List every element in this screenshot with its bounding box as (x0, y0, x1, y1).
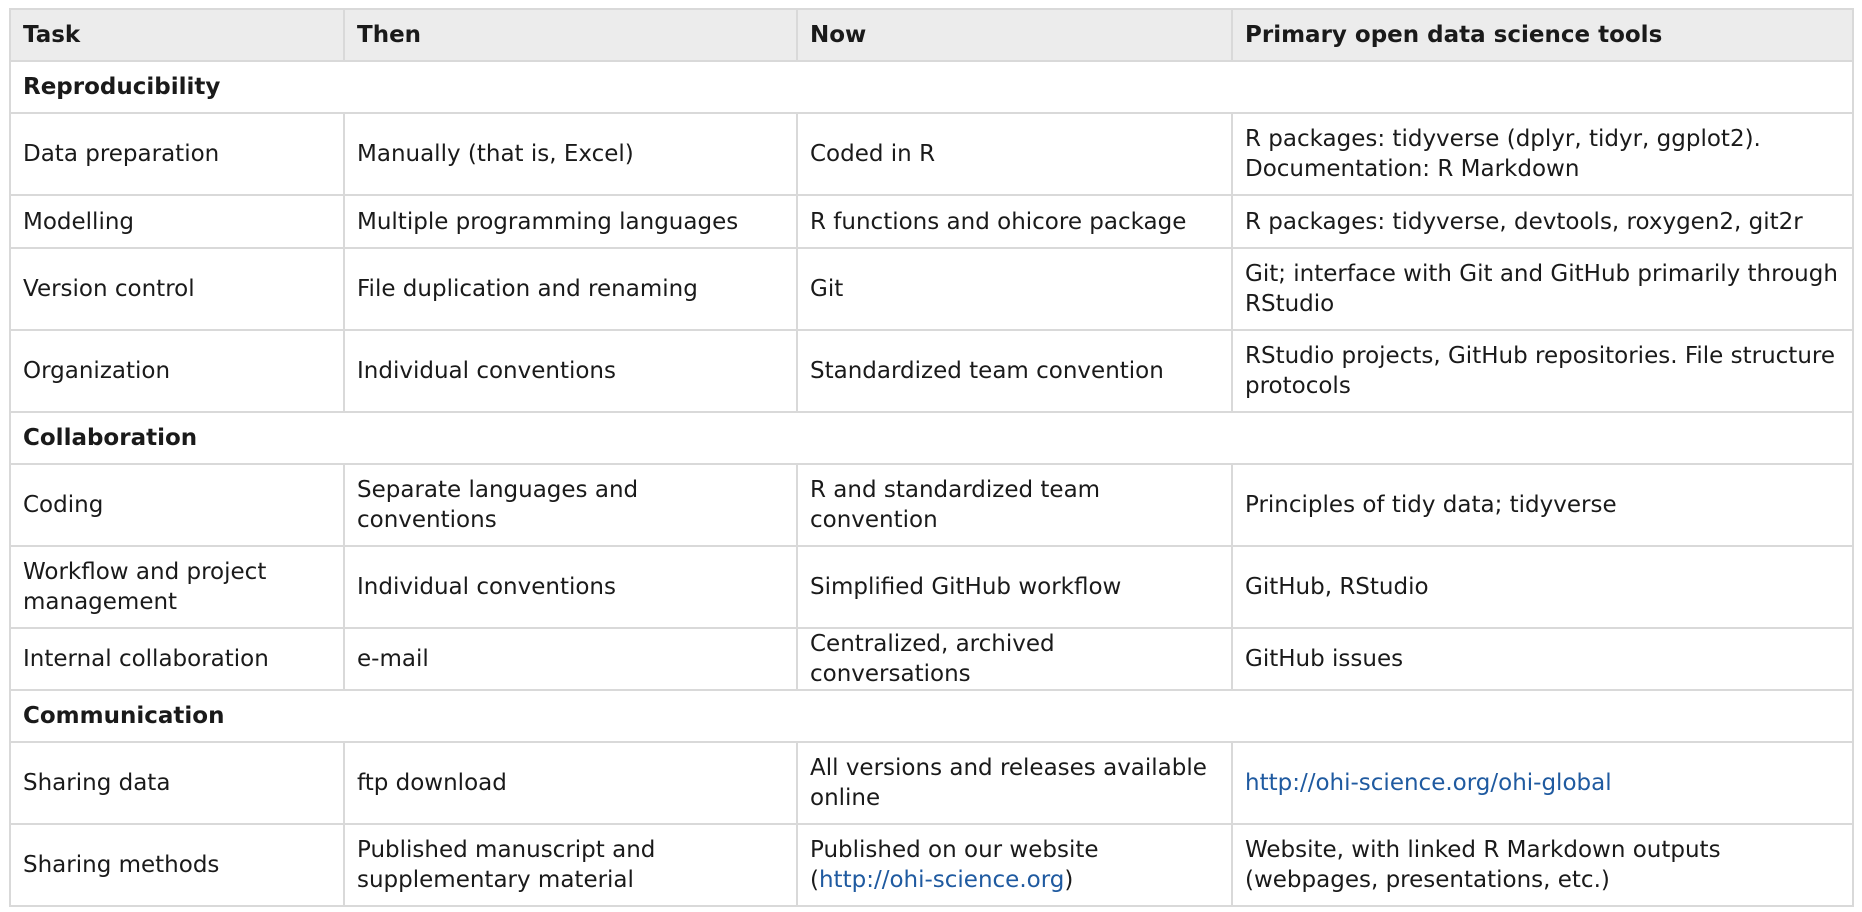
comparison-table: Task Then Now Primary open data science … (9, 8, 1854, 907)
now-line: online (810, 785, 881, 811)
tools-cell: Website, with linked R Markdown outputs (… (1231, 823, 1854, 907)
comparison-table-container: Task Then Now Primary open data science … (9, 8, 1854, 907)
task-line: Workflow and project (23, 559, 267, 585)
tools-line: (webpages, presentations, etc.) (1245, 867, 1610, 893)
tools-cell: Git; interface with Git and GitHub prima… (1231, 247, 1854, 331)
tools-line: Website, with linked R Markdown outputs (1245, 837, 1721, 863)
section-title: Reproducibility (9, 60, 1854, 114)
tools-line: RStudio projects, GitHub repositories. F… (1245, 343, 1836, 369)
task-cell: Organization (9, 329, 345, 413)
now-cell: All versions and releases available onlin… (796, 741, 1233, 825)
tools-cell: Principles of tidy data; tidyverse (1231, 463, 1854, 547)
then-cell: e-mail (343, 627, 798, 691)
task-cell: Coding (9, 463, 345, 547)
task-cell: Sharing data (9, 741, 345, 825)
header-then: Then (343, 8, 798, 62)
table-row: Data preparation Manually (that is, Exce… (9, 112, 1854, 196)
now-cell: R functions and ohicore package (796, 194, 1233, 249)
then-cell: Separate languages and conventions (343, 463, 798, 547)
tools-line: protocols (1245, 373, 1351, 399)
table-row: Modelling Multiple programming languages… (9, 194, 1854, 249)
header-task: Task (9, 8, 345, 62)
section-row-communication: Communication (9, 689, 1854, 743)
now-cell: Git (796, 247, 1233, 331)
header-tools: Primary open data science tools (1231, 8, 1854, 62)
tools-line: Documentation: R Markdown (1245, 156, 1580, 182)
section-title: Communication (9, 689, 1854, 743)
tools-cell: http://ohi-science.org/ohi-global (1231, 741, 1854, 825)
then-line: supplementary material (357, 867, 634, 893)
section-row-collaboration: Collaboration (9, 411, 1854, 465)
now-line: Published on our website (810, 837, 1099, 863)
table-row: Internal collaboration e-mail Centralize… (9, 627, 1854, 691)
then-cell: Multiple programming languages (343, 194, 798, 249)
then-cell: File duplication and renaming (343, 247, 798, 331)
task-cell: Data preparation (9, 112, 345, 196)
table-row: Coding Separate languages and convention… (9, 463, 1854, 547)
task-cell: Version control (9, 247, 345, 331)
tools-line: R packages: tidyverse (dplyr, tidyr, ggp… (1245, 126, 1761, 152)
table-row: Version control File duplication and ren… (9, 247, 1854, 331)
now-cell: Standardized team convention (796, 329, 1233, 413)
then-line: Published manuscript and (357, 837, 656, 863)
section-row-reproducibility: Reproducibility (9, 60, 1854, 114)
then-cell: Published manuscript and supplementary ma… (343, 823, 798, 907)
tools-line: Git; interface with Git and GitHub prima… (1245, 261, 1838, 287)
task-line: management (23, 589, 178, 615)
then-cell: Individual conventions (343, 329, 798, 413)
ohi-global-link[interactable]: http://ohi-science.org/ohi-global (1245, 770, 1612, 796)
paren-close: ) (1064, 867, 1074, 893)
now-cell: Coded in R (796, 112, 1233, 196)
table-row: Workflow and project management Individua… (9, 545, 1854, 629)
now-line: All versions and releases available (810, 755, 1207, 781)
now-cell: Centralized, archived conversations (796, 627, 1233, 691)
now-cell: Published on our website (http://ohi-scie… (796, 823, 1233, 907)
tools-cell: R packages: tidyverse, devtools, roxygen… (1231, 194, 1854, 249)
now-cell: R and standardized team convention (796, 463, 1233, 547)
header-now: Now (796, 8, 1233, 62)
task-cell: Sharing methods (9, 823, 345, 907)
task-cell: Internal collaboration (9, 627, 345, 691)
tools-cell: RStudio projects, GitHub repositories. F… (1231, 329, 1854, 413)
task-cell: Workflow and project management (9, 545, 345, 629)
then-cell: Individual conventions (343, 545, 798, 629)
then-cell: Manually (that is, Excel) (343, 112, 798, 196)
ohi-science-link[interactable]: http://ohi-science.org (819, 867, 1064, 893)
table-row: Sharing data ftp download All versions a… (9, 741, 1854, 825)
then-cell: ftp download (343, 741, 798, 825)
table-row: Sharing methods Published manuscript and… (9, 823, 1854, 907)
tools-cell: GitHub, RStudio (1231, 545, 1854, 629)
header-row: Task Then Now Primary open data science … (9, 8, 1854, 62)
now-line: convention (810, 507, 938, 533)
paren-open: ( (810, 867, 819, 893)
task-cell: Modelling (9, 194, 345, 249)
now-cell: Simplified GitHub workflow (796, 545, 1233, 629)
section-title: Collaboration (9, 411, 1854, 465)
table-row: Organization Individual conventions Stan… (9, 329, 1854, 413)
tools-line: RStudio (1245, 291, 1335, 317)
tools-cell: R packages: tidyverse (dplyr, tidyr, ggp… (1231, 112, 1854, 196)
now-line: R and standardized team (810, 477, 1101, 503)
tools-cell: GitHub issues (1231, 627, 1854, 691)
